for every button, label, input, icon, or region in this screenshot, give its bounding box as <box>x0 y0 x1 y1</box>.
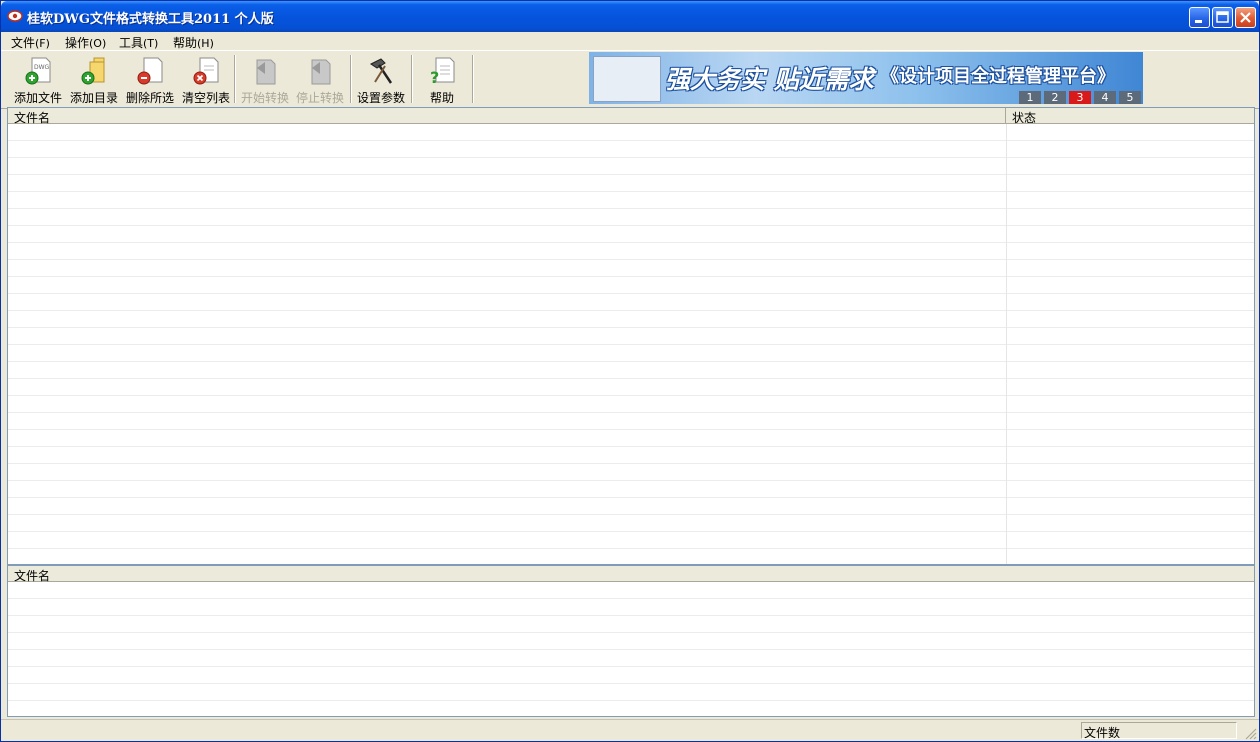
toolbar-separator <box>234 55 236 103</box>
clear-list-button[interactable]: 清空列表 <box>179 53 233 105</box>
menu-help[interactable]: 帮助(H) <box>173 34 214 51</box>
result-list[interactable]: 文件名 <box>7 565 1255 717</box>
help-label: 帮助 <box>429 91 454 105</box>
menu-tools-key: (T) <box>143 37 159 50</box>
ad-banner[interactable]: 强大务实 贴近需求 《设计项目全过程管理平台》 12345 <box>589 52 1143 104</box>
hammer-icon <box>370 58 393 84</box>
result-list-header-name[interactable]: 文件名 <box>8 566 1254 583</box>
app-window: 桂软DWG文件格式转换工具2011 个人版 文件(F) 操作(O) 工具(T) … <box>0 0 1260 742</box>
banner-page-4[interactable]: 4 <box>1094 91 1116 104</box>
file-list-column-divider <box>1006 124 1007 564</box>
menu-help-label: 帮助 <box>173 36 198 50</box>
add-file-label: 添加文件 <box>13 91 62 105</box>
result-list-rows <box>8 582 1254 716</box>
help-button[interactable]: ? 帮助 <box>415 53 469 105</box>
add-file-button[interactable]: DWG 添加文件 <box>11 53 65 105</box>
toolbar-separator <box>411 55 413 103</box>
banner-page-5[interactable]: 5 <box>1119 91 1141 104</box>
toolbar: DWG 添加文件 添加目录 删除所选 清空列表 开始转换 停止转换 设置参数 ?… <box>1 50 1259 109</box>
add-directory-label: 添加目录 <box>69 91 118 105</box>
add-folder-icon <box>81 57 105 85</box>
start-convert-button[interactable]: 开始转换 <box>238 53 292 105</box>
stop-convert-button[interactable]: 停止转换 <box>293 53 347 105</box>
menu-help-key: (H) <box>197 37 214 50</box>
delete-file-icon <box>137 57 163 85</box>
menu-operation-key: (O) <box>89 37 107 50</box>
menu-file[interactable]: 文件(F) <box>11 34 50 51</box>
banner-slogan: 强大务实 贴近需求 <box>665 65 874 94</box>
banner-product: 《设计项目全过程管理平台》 <box>881 66 1115 87</box>
status-file-count: 文件数 <box>1081 722 1237 740</box>
settings-button[interactable]: 设置参数 <box>354 53 408 105</box>
help-icon: ? <box>430 57 455 86</box>
maximize-button[interactable] <box>1212 7 1233 28</box>
file-list-rows <box>8 124 1254 564</box>
banner-pager: 12345 <box>1016 90 1141 104</box>
menu-tools[interactable]: 工具(T) <box>119 34 158 51</box>
delete-selected-label: 删除所选 <box>125 91 174 105</box>
toolbar-separator <box>350 55 352 103</box>
maximize-icon <box>1216 11 1229 23</box>
minimize-button[interactable] <box>1189 7 1210 28</box>
stop-convert-label: 停止转换 <box>295 91 344 105</box>
window-title: 桂软DWG文件格式转换工具2011 个人版 <box>27 12 274 27</box>
status-file-count-label: 文件数 <box>1084 726 1121 740</box>
dwg-tag: DWG <box>34 64 50 71</box>
add-directory-button[interactable]: 添加目录 <box>67 53 121 105</box>
menu-bar: 文件(F) 操作(O) 工具(T) 帮助(H) <box>1 32 1259 50</box>
resize-grip-icon[interactable] <box>1244 727 1257 740</box>
file-list-header-name[interactable]: 文件名 <box>8 108 1006 125</box>
menu-operation[interactable]: 操作(O) <box>65 34 106 51</box>
start-convert-label: 开始转换 <box>240 91 289 105</box>
add-file-icon: DWG <box>25 57 51 85</box>
file-list[interactable]: 文件名 状态 <box>7 107 1255 565</box>
close-icon <box>1240 12 1251 23</box>
menu-tools-label: 工具 <box>119 36 144 50</box>
title-bar[interactable]: 桂软DWG文件格式转换工具2011 个人版 <box>1 1 1259 32</box>
menu-file-key: (F) <box>35 37 50 50</box>
banner-page-2[interactable]: 2 <box>1044 91 1066 104</box>
close-button[interactable] <box>1235 7 1256 28</box>
app-icon <box>7 10 23 22</box>
file-list-header-status[interactable]: 状态 <box>1006 108 1254 125</box>
start-convert-icon <box>256 59 276 85</box>
minimize-icon <box>1195 20 1202 23</box>
banner-page-1[interactable]: 1 <box>1019 91 1041 104</box>
svg-text:?: ? <box>430 68 439 86</box>
settings-label: 设置参数 <box>356 91 405 105</box>
clear-list-icon <box>193 57 219 85</box>
stop-convert-icon <box>311 59 331 85</box>
menu-operation-label: 操作 <box>65 36 90 50</box>
status-bar: 文件数 <box>1 719 1259 741</box>
toolbar-separator <box>472 55 474 103</box>
banner-document-image <box>593 56 661 102</box>
menu-file-label: 文件 <box>11 36 36 50</box>
clear-list-label: 清空列表 <box>181 91 230 105</box>
banner-page-3[interactable]: 3 <box>1069 91 1091 104</box>
delete-selected-button[interactable]: 删除所选 <box>123 53 177 105</box>
